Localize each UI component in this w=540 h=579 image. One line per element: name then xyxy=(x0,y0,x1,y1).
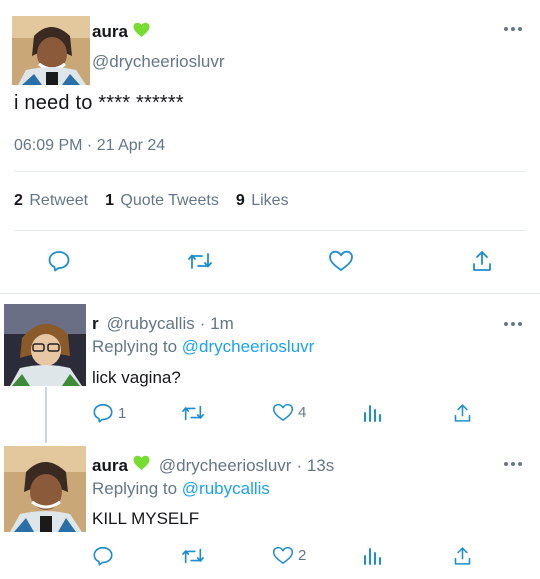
retweet-icon xyxy=(182,548,204,564)
avatar[interactable] xyxy=(12,16,90,85)
reply-header: aura @drycheeriosluvr · 13s xyxy=(92,455,334,476)
divider xyxy=(14,171,526,172)
handle[interactable]: @rubycallis xyxy=(107,314,195,334)
analytics-button[interactable] xyxy=(362,545,382,567)
like-button[interactable]: 2 xyxy=(272,545,306,566)
tweet-text: i need to **** ****** xyxy=(14,92,184,114)
timestamp[interactable]: 06:09 PM · 21 Apr 24 xyxy=(14,137,165,155)
handle[interactable]: @drycheeriosluvr xyxy=(159,456,292,476)
retweets-stat[interactable]: 2 Retweet xyxy=(14,192,88,210)
quotes-stat[interactable]: 1 Quote Tweets xyxy=(105,192,219,210)
reply-text: KILL MYSELF xyxy=(92,509,200,528)
reply-icon xyxy=(48,251,70,272)
like-count: 2 xyxy=(298,547,307,564)
heart-icon xyxy=(329,250,353,271)
reply-button[interactable] xyxy=(92,545,114,567)
reply-button[interactable] xyxy=(47,249,71,273)
more-options-icon[interactable] xyxy=(504,321,522,327)
reply-time[interactable]: · 1m xyxy=(200,314,234,334)
like-count: 4 xyxy=(298,404,307,421)
display-name[interactable]: aura xyxy=(92,456,128,476)
reply-icon xyxy=(93,546,113,566)
likes-count: 9 xyxy=(235,192,245,209)
like-button[interactable]: 4 xyxy=(272,402,306,423)
retweets-label: Retweet xyxy=(29,192,89,209)
share-icon xyxy=(454,547,471,565)
likes-label: Likes xyxy=(251,192,289,209)
quotes-count: 1 xyxy=(105,192,114,209)
reply-icon xyxy=(93,403,113,423)
retweet-button[interactable] xyxy=(180,545,206,567)
retweets-count: 2 xyxy=(14,192,23,209)
divider xyxy=(14,230,526,231)
replying-prefix: Replying to xyxy=(92,479,178,498)
likes-stat[interactable]: 9 Likes xyxy=(236,192,289,210)
analytics-icon xyxy=(364,405,381,422)
replying-to-link[interactable]: @rubycallis xyxy=(182,479,270,498)
stats-row: 2 Retweet 1 Quote Tweets 9 Likes xyxy=(14,192,289,210)
display-name[interactable]: r xyxy=(92,314,99,334)
reply-button[interactable]: 1 xyxy=(92,402,126,424)
reply-header: r @rubycallis · 1m xyxy=(92,314,234,334)
share-icon xyxy=(473,251,491,271)
replying-to-line: Replying to @rubycallis xyxy=(92,479,270,499)
more-options-icon[interactable] xyxy=(504,461,522,467)
thread-connector xyxy=(45,387,47,443)
author-name-row: aura xyxy=(92,20,150,44)
reply-count: 1 xyxy=(118,404,127,422)
retweet-button[interactable] xyxy=(180,402,206,424)
retweet-icon xyxy=(182,405,204,421)
share-button[interactable] xyxy=(452,545,473,567)
replying-to-line: Replying to @drycheeriosluvr xyxy=(92,337,314,357)
share-button[interactable] xyxy=(452,402,473,424)
analytics-button[interactable] xyxy=(362,402,382,424)
avatar[interactable] xyxy=(4,304,86,386)
analytics-icon xyxy=(364,548,381,565)
replying-to-link[interactable]: @drycheeriosluvr xyxy=(182,337,315,356)
handle[interactable]: @drycheeriosluvr xyxy=(92,52,225,72)
avatar[interactable] xyxy=(4,446,86,532)
share-button[interactable] xyxy=(470,249,494,273)
retweet-icon xyxy=(188,253,212,269)
replying-prefix: Replying to xyxy=(92,337,178,356)
heart-icon xyxy=(272,403,294,421)
like-button[interactable] xyxy=(328,249,354,273)
quotes-label: Quote Tweets xyxy=(120,192,219,209)
reply-text: lick vagina? xyxy=(92,368,181,387)
reply-time[interactable]: · 13s xyxy=(296,456,334,476)
retweet-button[interactable] xyxy=(186,249,214,273)
heart-icon xyxy=(272,546,294,564)
more-options-icon[interactable] xyxy=(504,26,522,32)
display-name[interactable]: aura xyxy=(92,22,128,42)
green-heart-icon xyxy=(133,455,150,476)
green-heart-icon xyxy=(133,22,150,43)
divider xyxy=(0,293,540,294)
share-icon xyxy=(454,404,471,422)
